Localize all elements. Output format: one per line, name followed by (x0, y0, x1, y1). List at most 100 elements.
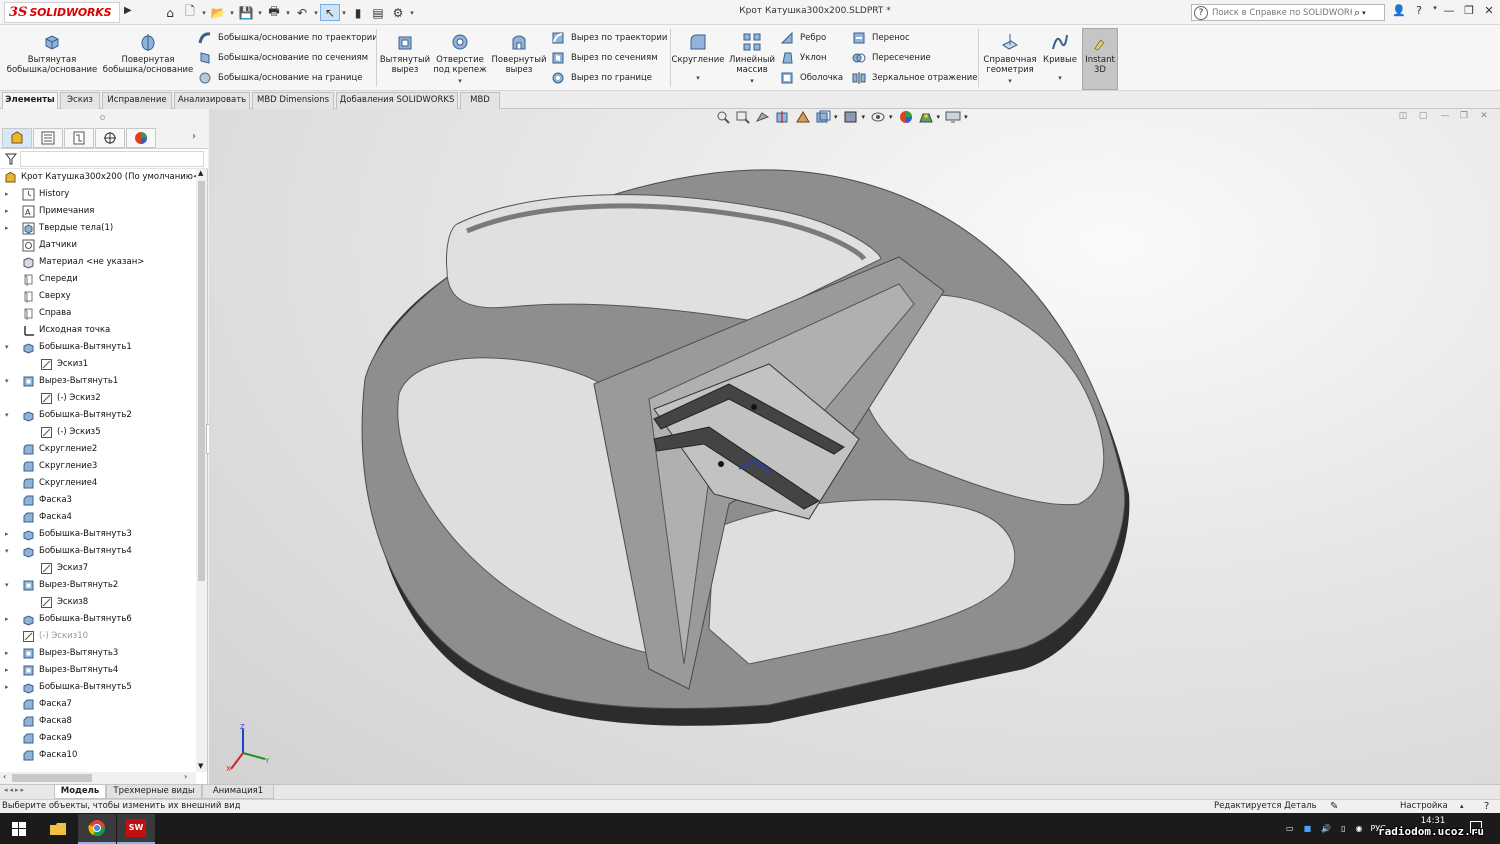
tree-node[interactable]: Фаска10 (0, 747, 196, 764)
tab-mbd-dimensions[interactable]: MBD Dimensions (252, 92, 334, 109)
scroll-up-icon[interactable]: ▲ (198, 169, 203, 177)
tree-horizontal-scrollbar[interactable]: ‹ › (0, 772, 196, 784)
tab-mbd[interactable]: MBD (460, 92, 500, 109)
curves-button[interactable]: Кривые ▾ (1040, 31, 1080, 83)
tree-expand-toggle-icon[interactable]: ▾ (5, 407, 13, 424)
draft-button[interactable]: Уклон (780, 49, 827, 67)
hole-wizard-button[interactable]: Отверстие под крепеж ▾ (432, 31, 488, 86)
tree-node[interactable]: ▸ Вырез-Вытянуть3 (0, 645, 196, 662)
tree-vertical-scrollbar[interactable]: ▲ ▼ (196, 169, 207, 772)
lofted-cut-button[interactable]: Вырез по сечениям (551, 49, 658, 67)
tree-expand-toggle-icon[interactable]: ▸ (5, 526, 13, 543)
curves-dropdown-icon[interactable]: ▾ (1058, 73, 1062, 83)
dimxpert-tab-icon[interactable] (95, 128, 125, 148)
volume-icon[interactable]: 🔊 (1321, 824, 1331, 833)
tree-node[interactable]: Скругление2 (0, 441, 196, 458)
cloud-sync-icon[interactable]: ■ (1304, 824, 1312, 833)
fillet-dropdown-icon[interactable]: ▾ (696, 73, 700, 83)
chrome-tray-icon[interactable]: ◉ (1356, 824, 1363, 833)
tab-solidworks-addins[interactable]: Добавления SOLIDWORKS (336, 92, 458, 109)
search-icon[interactable]: ⌕ (1354, 6, 1360, 20)
tree-node[interactable]: ▸ Вырез-Вытянуть4 (0, 662, 196, 679)
tree-node[interactable]: Фаска3 (0, 492, 196, 509)
restore-window-icon[interactable]: ❐ (1460, 4, 1478, 21)
graphics-viewport[interactable]: ▾ ▾ ▾ ▾ ▾ ◫ ▢ — ❐ ✕ Z Y X (209, 109, 1500, 784)
panel-tabs-more-icon[interactable]: › (192, 131, 196, 142)
tab-navigation-arrows-icon[interactable]: ◂◂▸▸ (4, 786, 26, 794)
search-dropdown-icon[interactable]: ▾ (1362, 9, 1366, 17)
tree-node[interactable]: ▸ Бобышка-Вытянуть5 (0, 679, 196, 696)
units-dropdown-icon[interactable]: ▴ (1460, 800, 1464, 813)
battery-icon[interactable]: ▯ (1341, 824, 1345, 833)
display-manager-tab-icon[interactable] (126, 128, 156, 148)
solidworks-taskbar-icon[interactable]: SW (117, 814, 155, 844)
tree-node[interactable]: Справа (0, 305, 196, 322)
coil-3d-model[interactable] (209, 109, 1500, 784)
tree-node[interactable]: ▸ Твердые тела(1) (0, 220, 196, 237)
panel-grip[interactable] (0, 109, 208, 127)
save-dropdown-icon[interactable]: ▾ (256, 9, 264, 17)
tree-expand-toggle-icon[interactable]: ▾ (5, 543, 13, 560)
select-cursor-icon[interactable]: ↖ (320, 4, 340, 21)
select-dropdown-icon[interactable]: ▾ (340, 9, 348, 17)
status-customize[interactable]: Настройка (1400, 800, 1448, 813)
tree-expand-toggle-icon[interactable]: ▸ (5, 679, 13, 696)
hole-wizard-dropdown-icon[interactable]: ▾ (458, 76, 462, 86)
tree-expand-toggle-icon[interactable]: ▸ (5, 203, 13, 220)
revolved-boss-button[interactable]: Повернутая бобышка/основание (102, 31, 194, 75)
solidworks-logo[interactable]: 3S SOLIDWORKS (4, 2, 120, 23)
new-document-icon[interactable]: 🗋 (180, 4, 200, 21)
linear-pattern-dropdown-icon[interactable]: ▾ (750, 76, 754, 86)
chrome-browser-icon[interactable] (78, 814, 116, 844)
tree-scroll-thumb[interactable] (198, 181, 205, 581)
tree-node[interactable]: Сверху (0, 288, 196, 305)
feature-filter-input[interactable] (20, 151, 204, 167)
tree-node[interactable]: Спереди (0, 271, 196, 288)
property-manager-tab-icon[interactable] (33, 128, 63, 148)
tree-node[interactable]: ▸ A Примечания (0, 203, 196, 220)
tree-node[interactable]: ▸ Бобышка-Вытянуть6 (0, 611, 196, 628)
tree-node[interactable]: Фаска7 (0, 696, 196, 713)
wrap-button[interactable]: Перенос (852, 29, 910, 47)
instant3d-button[interactable]: Instant 3D (1082, 28, 1118, 90)
options-dropdown-icon[interactable]: ▾ (408, 9, 416, 17)
tree-node[interactable]: Датчики (0, 237, 196, 254)
tree-node[interactable]: Фаска9 (0, 730, 196, 747)
tree-node[interactable]: (-) Эскиз10 (0, 628, 196, 645)
tab-model[interactable]: Модель (54, 785, 106, 799)
tree-node[interactable]: Исходная точка (0, 322, 196, 339)
print-icon[interactable]: 🖶 (264, 4, 284, 21)
tree-node[interactable]: ▸ History (0, 186, 196, 203)
tree-node[interactable]: Скругление4 (0, 475, 196, 492)
save-icon[interactable]: 💾 (236, 4, 256, 21)
tree-node[interactable]: ▾ Бобышка-Вытянуть2 (0, 407, 196, 424)
new-dropdown-icon[interactable]: ▾ (200, 9, 208, 17)
tree-expand-toggle-icon[interactable]: ▸ (5, 186, 13, 203)
scroll-down-icon[interactable]: ▼ (198, 762, 203, 770)
tree-node[interactable]: Скругление3 (0, 458, 196, 475)
status-help-icon[interactable]: ? (1484, 800, 1489, 813)
tree-node[interactable]: Фаска4 (0, 509, 196, 526)
tree-node[interactable]: Эскиз8 (0, 594, 196, 611)
tree-expand-toggle-icon[interactable]: ▾ (5, 577, 13, 594)
tab-evaluate-fix[interactable]: Исправление (102, 92, 172, 109)
rebuild-status-icon[interactable]: ✎ (1330, 800, 1338, 813)
tree-hscroll-thumb[interactable] (12, 774, 92, 782)
tree-expand-toggle-icon[interactable]: ▸ (5, 662, 13, 679)
shell-button[interactable]: Оболочка (780, 69, 843, 87)
traffic-light-icon[interactable]: ▮ (348, 4, 368, 21)
tree-root-part[interactable]: Крот Катушка300x200 (По умолчанию< (0, 169, 196, 186)
tree-node[interactable]: ▾ Бобышка-Вытянуть1 (0, 339, 196, 356)
undo-icon[interactable]: ↶ (292, 4, 312, 21)
windows-start-icon[interactable] (0, 814, 38, 844)
tree-node[interactable]: Эскиз7 (0, 560, 196, 577)
revolved-cut-button[interactable]: Повернутый вырез (490, 31, 548, 75)
home-icon[interactable]: ⌂ (160, 4, 180, 21)
extruded-boss-button[interactable]: Вытянутая бобышка/основание (6, 31, 98, 75)
undo-dropdown-icon[interactable]: ▾ (312, 9, 320, 17)
boundary-cut-button[interactable]: Вырез по границе (551, 69, 652, 87)
tab-animation[interactable]: Анимация1 (202, 785, 274, 799)
rib-button[interactable]: Ребро (780, 29, 826, 47)
open-folder-icon[interactable]: 📂 (208, 4, 228, 21)
tree-node[interactable]: Эскиз1 (0, 356, 196, 373)
